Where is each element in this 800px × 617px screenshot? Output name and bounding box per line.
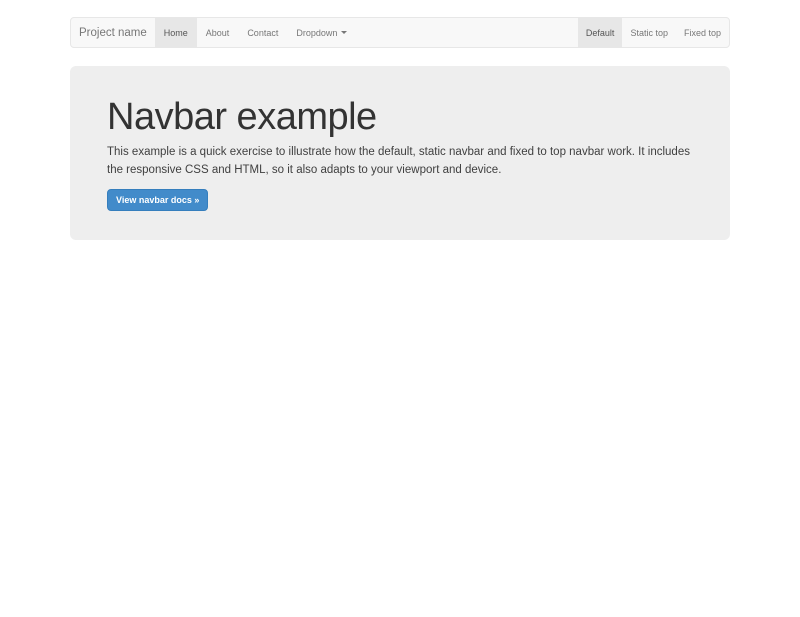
jumbotron-description: This example is a quick exercise to illu…: [107, 143, 693, 179]
navbar-nav-right: Default Static top Fixed top: [578, 18, 729, 47]
nav-item-fixed-top[interactable]: Fixed top: [676, 18, 729, 47]
nav-item-dropdown[interactable]: Dropdown: [287, 18, 356, 47]
nav-item-home[interactable]: Home: [155, 18, 197, 47]
nav-item-dropdown-label: Dropdown: [296, 28, 337, 38]
nav-item-about[interactable]: About: [197, 18, 239, 47]
page-container: Project name Home About Contact Dropdown…: [70, 17, 730, 240]
jumbotron: Navbar example This example is a quick e…: [70, 66, 730, 240]
navbar-nav-left: Home About Contact Dropdown: [155, 18, 357, 47]
view-navbar-docs-button[interactable]: View navbar docs »: [107, 189, 208, 211]
nav-item-contact[interactable]: Contact: [238, 18, 287, 47]
navbar: Project name Home About Contact Dropdown…: [70, 17, 730, 48]
caret-down-icon: [341, 31, 347, 34]
page-title: Navbar example: [107, 97, 693, 137]
navbar-brand[interactable]: Project name: [71, 18, 155, 47]
nav-item-static-top[interactable]: Static top: [622, 18, 676, 47]
nav-item-default[interactable]: Default: [578, 18, 623, 47]
